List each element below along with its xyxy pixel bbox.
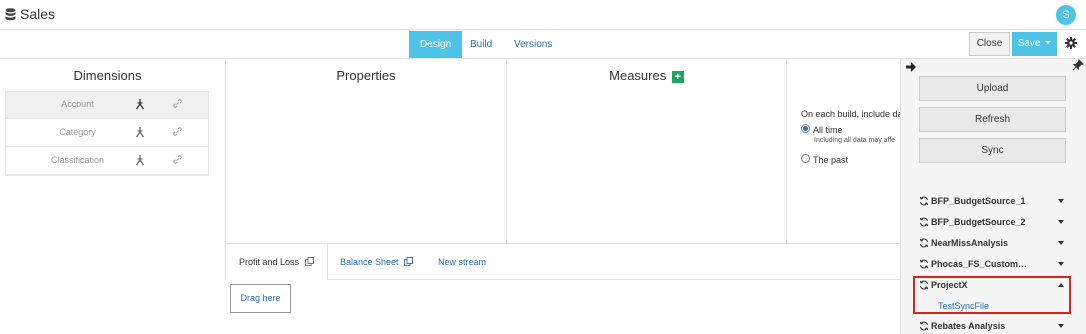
upload-button[interactable]: Upload — [919, 76, 1066, 101]
tab-build[interactable]: Build — [459, 31, 503, 58]
arrow-right-icon[interactable] — [905, 61, 917, 73]
projectx-highlight — [913, 276, 1071, 314]
dimensions-title: Dimensions — [73, 68, 142, 83]
dimensions-panel: Dimensions Account Category Classificati… — [0, 60, 225, 334]
dimensions-list-border — [5, 91, 209, 176]
sync-button[interactable]: Sync — [919, 138, 1066, 163]
stream-tab-balance-sheet[interactable]: Balance Sheet — [327, 244, 426, 280]
measures-panel: Measures + — [506, 60, 786, 243]
refresh-button[interactable]: Refresh — [919, 107, 1066, 132]
source-label: Rebates Analysis — [931, 321, 1006, 331]
source-bfp-budgetsource-2[interactable]: BFP_BudgetSource_2 — [919, 215, 1067, 231]
the-past-radio[interactable] — [801, 154, 810, 163]
stream-tabs: Profit and Loss Balance Sheet New stream — [225, 243, 900, 280]
caret-down-icon[interactable] — [1058, 199, 1064, 203]
stream-tab-profit-and-loss[interactable]: Profit and Loss — [226, 244, 328, 280]
stream-tab-label: Balance Sheet — [340, 257, 399, 267]
copy-icon[interactable] — [404, 257, 414, 266]
copy-icon[interactable] — [304, 257, 314, 266]
properties-panel: Properties — [225, 60, 506, 243]
tab-design[interactable]: Design — [409, 31, 463, 58]
gear-icon[interactable] — [1065, 37, 1077, 49]
add-measure-button[interactable]: + — [671, 71, 684, 83]
caret-down-icon[interactable] — [1058, 262, 1064, 266]
sync-icon — [919, 238, 929, 248]
tab-bar: Design Build Versions Close Save — [0, 30, 1086, 59]
new-stream-tab[interactable]: New stream — [425, 244, 499, 280]
stream-tab-label: Profit and Loss — [239, 257, 300, 267]
source-label: Phocas_FS_Custom… — [931, 259, 1028, 269]
caret-down-icon[interactable] — [1058, 220, 1064, 224]
source-label: NearMissAnalysis — [931, 238, 1009, 248]
save-button[interactable]: Save — [1012, 32, 1057, 56]
all-time-radio[interactable] — [801, 124, 810, 133]
top-bar: Sales S — [0, 0, 1086, 30]
sync-icon — [919, 217, 929, 227]
source-nearmissanalysis[interactable]: NearMissAnalysis — [919, 236, 1067, 252]
database-icon — [5, 8, 16, 21]
source-label: BFP_BudgetSource_2 — [931, 217, 1026, 227]
save-button-label: Save — [1017, 38, 1041, 49]
source-phocas-fs-custom[interactable]: Phocas_FS_Custom… — [919, 257, 1067, 273]
include-text: On each build, include da — [801, 109, 903, 119]
source-bfp-budgetsource-1[interactable]: BFP_BudgetSource_1 — [919, 194, 1067, 210]
all-time-sub: Including all data may affe — [814, 137, 896, 144]
avatar[interactable]: S — [1056, 5, 1076, 25]
measures-title: Measures — [609, 68, 667, 83]
measures-header: Measures + — [507, 68, 786, 83]
drag-here-zone[interactable]: Drag here — [230, 284, 291, 313]
caret-down-icon[interactable] — [1058, 241, 1064, 245]
close-button[interactable]: Close — [969, 32, 1010, 56]
sync-icon — [919, 196, 929, 206]
tab-versions[interactable]: Versions — [503, 31, 563, 58]
sync-icon — [919, 321, 929, 331]
properties-title: Properties — [336, 68, 396, 83]
source-label: BFP_BudgetSource_1 — [931, 196, 1026, 206]
caret-down-icon[interactable] — [1058, 324, 1064, 328]
all-time-label: All time — [813, 125, 843, 135]
build-options-panel — [786, 60, 900, 243]
sync-icon — [919, 259, 929, 269]
pin-icon[interactable] — [1072, 59, 1084, 71]
chevron-down-icon — [1045, 41, 1052, 44]
page-title: Sales — [20, 6, 56, 22]
source-rebates-analysis[interactable]: Rebates Analysis — [919, 319, 1067, 334]
the-past-label: The past — [813, 155, 849, 165]
